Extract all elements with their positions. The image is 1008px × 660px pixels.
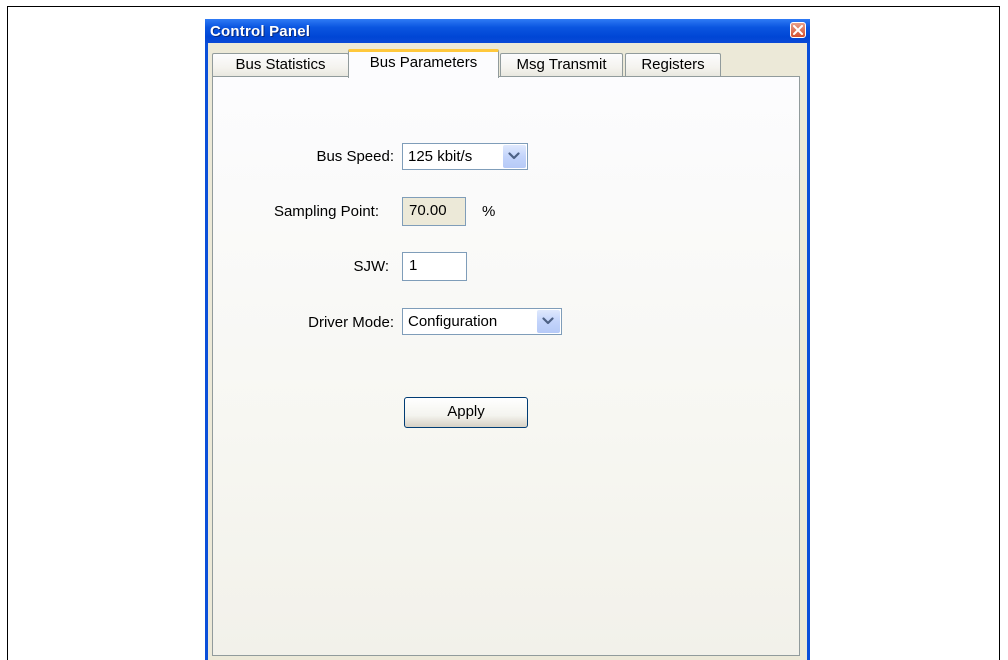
tab-label: Bus Statistics (235, 56, 326, 73)
tab-label: Msg Transmit (516, 56, 607, 73)
tab-bus-statistics[interactable]: Bus Statistics (212, 53, 349, 77)
tab-label: Bus Parameters (369, 54, 478, 71)
bus-speed-select[interactable]: 125 kbit/s (402, 143, 528, 170)
close-icon (793, 25, 803, 35)
chevron-down-icon (508, 152, 520, 160)
bus-speed-value: 125 kbit/s (408, 148, 473, 165)
tab-msg-transmit[interactable]: Msg Transmit (500, 53, 623, 77)
sampling-point-unit: % (482, 203, 496, 220)
sampling-point-label: Sampling Point: (273, 203, 379, 220)
driver-mode-label: Driver Mode: (308, 314, 394, 331)
driver-mode-select[interactable]: Configuration (402, 308, 562, 335)
bus-speed-dropdown-button[interactable] (503, 145, 526, 168)
bus-speed-label: Bus Speed: (316, 148, 394, 165)
driver-mode-dropdown-button[interactable] (537, 310, 560, 333)
tab-registers[interactable]: Registers (625, 53, 721, 77)
window-client-area: Bus Statistics Bus Parameters Msg Transm… (208, 43, 807, 660)
close-button[interactable] (790, 22, 806, 38)
title-bar[interactable]: Control Panel (205, 19, 810, 43)
sampling-point-field: 70.00 (402, 197, 466, 226)
sjw-field[interactable]: 1 (402, 252, 467, 281)
window-title: Control Panel (210, 23, 311, 40)
driver-mode-value: Configuration (408, 313, 498, 330)
bus-parameters-panel: Bus Speed: 125 kbit/s Sampling Point: 70… (212, 76, 800, 656)
apply-button[interactable]: Apply (404, 397, 528, 428)
tab-label: Registers (641, 56, 705, 73)
control-panel-window: Control Panel Bus Statistics Bus Paramet… (205, 19, 810, 660)
chevron-down-icon (542, 317, 554, 325)
tab-bus-parameters[interactable]: Bus Parameters (348, 49, 499, 78)
sjw-label: SJW: (353, 258, 389, 275)
